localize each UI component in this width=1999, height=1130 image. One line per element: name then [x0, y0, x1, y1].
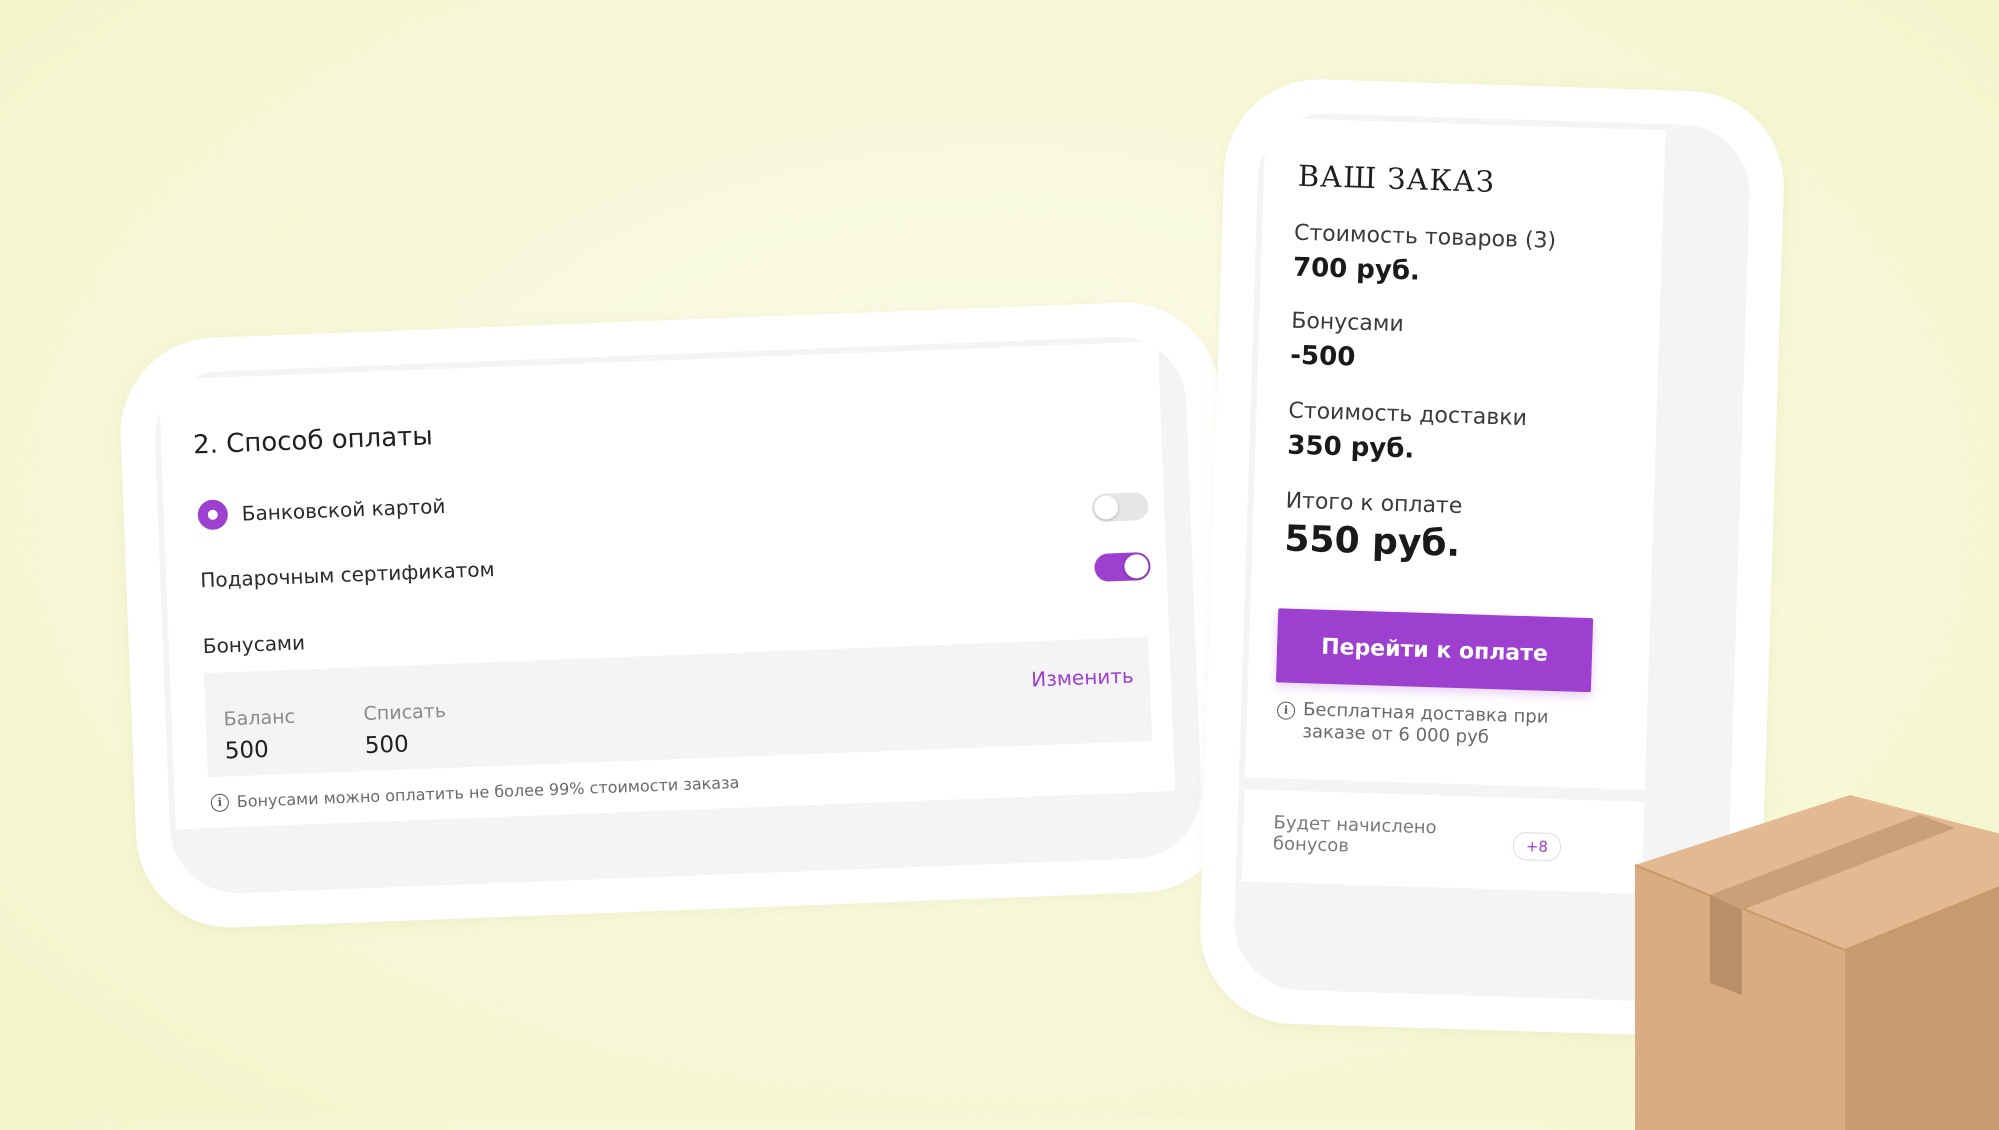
goods-cost-value: 700 руб.: [1292, 252, 1421, 287]
bonus-limit-text: Бонусами можно оплатить не более 99% сто…: [236, 772, 740, 812]
bonus-accrual-line-2: бонусов: [1272, 833, 1350, 857]
radio-selected-icon[interactable]: [197, 499, 229, 531]
order-summary-panel: ВАШ ЗАКАЗ Стоимость товаров (3) 700 руб.…: [1244, 117, 1666, 790]
bonus-limit-note: i Бонусами можно оплатить не более 99% с…: [210, 772, 740, 812]
info-icon: i: [210, 792, 230, 812]
total-label: Итого к оплате: [1285, 488, 1463, 520]
payment-method-title: 2. Способ оплаты: [192, 421, 434, 461]
bonus-accrual-strip: Будет начислено бонусов +8: [1241, 789, 1645, 894]
bank-card-option[interactable]: Банковской картой: [197, 491, 446, 531]
bonus-accrual-badge: +8: [1512, 831, 1562, 862]
free-delivery-text: Бесплатная доставка при заказе от 6 000 …: [1302, 699, 1549, 751]
order-title: ВАШ ЗАКАЗ: [1297, 158, 1496, 199]
payment-method-panel: 2. Способ оплаты Банковской картой Подар…: [158, 341, 1176, 830]
free-delivery-line-2: заказе от 6 000 руб: [1302, 721, 1490, 748]
delivery-cost-label: Стоимость доставки: [1288, 398, 1528, 432]
cardboard-box-icon: [1634, 795, 1999, 1130]
free-delivery-note: i Бесплатная доставка при заказе от 6 00…: [1276, 698, 1577, 751]
balance-value: 500: [224, 736, 270, 765]
change-bonus-link[interactable]: Изменить: [1031, 664, 1134, 692]
total-value: 550 руб.: [1283, 518, 1461, 565]
gift-certificate-toggle[interactable]: [1091, 491, 1149, 523]
info-icon: i: [1276, 701, 1296, 720]
delivery-cost-value: 350 руб.: [1286, 430, 1415, 465]
bank-card-label: Банковской картой: [241, 493, 446, 526]
payment-method-card: 2. Способ оплаты Банковской картой Подар…: [117, 299, 1239, 931]
goods-cost-label: Стоимость товаров (3): [1293, 220, 1557, 254]
proceed-to-payment-button[interactable]: Перейти к оплате: [1275, 608, 1594, 693]
bonus-option-label: Бонусами: [202, 630, 306, 659]
bonus-toggle[interactable]: [1093, 551, 1151, 582]
writeoff-value: 500: [364, 731, 410, 760]
gift-certificate-label: Подарочным сертификатом: [199, 557, 496, 593]
bonus-deduction-label: Бонусами: [1290, 308, 1405, 338]
bonus-deduction-value: -500: [1289, 340, 1356, 373]
writeoff-label: Списать: [363, 699, 447, 726]
balance-label: Баланс: [223, 705, 296, 731]
bonus-details-box: Баланс 500 Списать 500 Изменить: [203, 636, 1153, 778]
bonus-accrual-text: Будет начислено бонусов: [1273, 812, 1474, 860]
